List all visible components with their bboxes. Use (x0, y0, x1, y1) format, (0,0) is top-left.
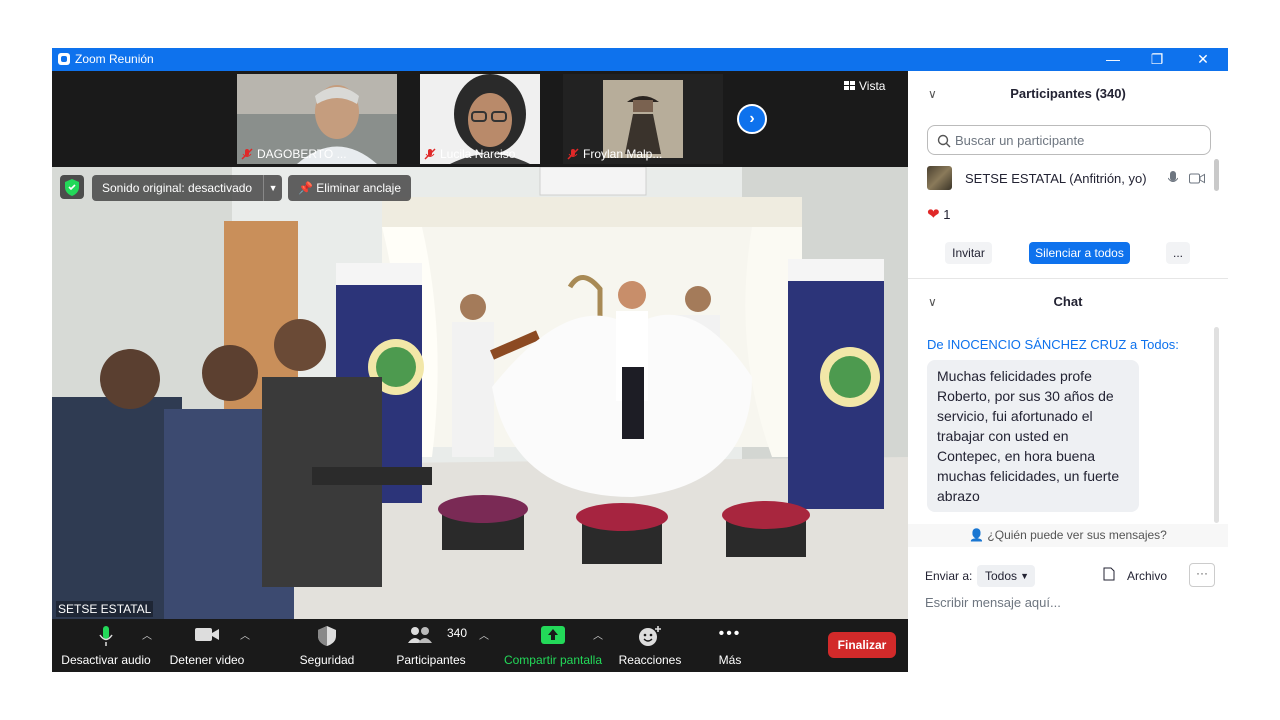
pin-icon: 📌 (298, 181, 313, 195)
view-label: Vista (859, 79, 886, 93)
video-camera-icon[interactable] (1189, 173, 1205, 185)
view-button[interactable]: Vista (844, 79, 885, 93)
video-camera-icon (194, 625, 220, 646)
unpin-label: Eliminar anclaje (316, 181, 401, 195)
unpin-button[interactable]: 📌 Eliminar anclaje (288, 175, 411, 201)
participants-label: Participantes (396, 653, 466, 667)
participant-name: Lucila Narciso (440, 147, 516, 161)
share-screen-icon (541, 625, 565, 648)
person-visibility-icon: 👤 (969, 528, 985, 542)
zoom-logo-icon (58, 53, 70, 65)
encryption-shield-icon[interactable] (60, 175, 84, 199)
participant-thumbnail[interactable]: Lucila Narciso (420, 74, 540, 164)
audio-options-caret-icon[interactable]: ︿ (142, 627, 152, 642)
security-shield-icon (317, 625, 337, 650)
file-button[interactable]: Archivo (1127, 569, 1167, 583)
chevron-down-icon[interactable]: ▼ (263, 175, 282, 201)
reactions-label: Reacciones (618, 653, 682, 667)
send-to-dropdown[interactable]: Todos ▼ (977, 565, 1035, 587)
reaction-summary: ❤ 1 (927, 205, 950, 223)
participant-name: DAGOBERTO ... (257, 147, 347, 161)
microphone-icon[interactable] (1168, 171, 1178, 187)
main-video: Sonido original: desactivado ▼ 📌 Elimina… (52, 167, 908, 619)
chat-scrollbar[interactable] (1214, 327, 1219, 523)
original-sound-label: Sonido original: desactivado (102, 181, 253, 195)
participant-thumbnail[interactable]: Froylan Malp... (563, 74, 723, 164)
chat-message: Muchas felicidades profe Roberto, por su… (927, 360, 1139, 512)
chat-more-dots-icon[interactable]: ··· (1189, 563, 1215, 587)
participant-thumbnail[interactable]: DAGOBERTO ... (237, 74, 397, 164)
send-to-row: Enviar a: Todos ▼ Archivo ··· (925, 563, 1225, 589)
send-to-value: Todos (985, 569, 1018, 583)
search-placeholder: Buscar un participante (955, 133, 1085, 148)
share-screen-label: Compartir pantalla (503, 653, 603, 667)
gallery-strip: DAGOBERTO ... Lucila Narciso Froylan Mal… (52, 71, 908, 167)
mic-muted-icon (424, 148, 436, 160)
participants-more-button[interactable]: ... (1166, 242, 1190, 264)
reaction-count: 1 (943, 207, 951, 222)
chevron-down-icon: ▼ (1020, 571, 1029, 581)
share-options-caret-icon[interactable]: ︿ (593, 627, 603, 642)
original-sound-toggle[interactable]: Sonido original: desactivado ▼ (92, 175, 283, 201)
title-bar: Zoom Reunión — ❐ ✕ (52, 48, 1228, 71)
participant-search-input[interactable]: Buscar un participante (927, 125, 1211, 155)
meeting-area: DAGOBERTO ... Lucila Narciso Froylan Mal… (52, 71, 908, 672)
divider (908, 278, 1228, 279)
security-label: Seguridad (299, 653, 355, 667)
chat-from-prefix: De (927, 337, 944, 352)
participants-scrollbar[interactable] (1214, 159, 1219, 191)
chevron-right-icon: › (749, 110, 755, 127)
side-panel: ∨ Participantes (340) Buscar un particip… (908, 71, 1228, 672)
mic-muted-icon (567, 148, 579, 160)
more-label: Más (718, 653, 742, 667)
close-button[interactable]: ✕ (1180, 48, 1226, 71)
participant-name: SETSE ESTATAL (Anfitrión, yo) (965, 171, 1147, 186)
send-to-label: Enviar a: (925, 569, 973, 583)
window-title: Zoom Reunión (75, 52, 154, 66)
active-speaker-name: SETSE ESTATAL (56, 601, 154, 617)
microphone-icon (98, 625, 114, 650)
video-options-caret-icon[interactable]: ︿ (240, 627, 250, 642)
chat-message-input[interactable]: Escribir mensaje aquí... (925, 595, 1061, 610)
participant-row[interactable]: SETSE ESTATAL (Anfitrión, yo) (927, 166, 1217, 192)
next-page-button[interactable]: › (737, 104, 767, 134)
mute-all-button[interactable]: Silenciar a todos (1029, 242, 1130, 264)
participants-panel-title: Participantes (340) (1010, 86, 1126, 101)
invite-button[interactable]: Invitar (945, 242, 992, 264)
minimize-button[interactable]: — (1090, 48, 1136, 71)
who-can-see-messages[interactable]: 👤 ¿Quién puede ver sus mensajes? (908, 524, 1228, 547)
meeting-toolbar: Desactivar audio ︿ Detener video ︿ Segur… (52, 619, 908, 672)
participant-name: Froylan Malp... (583, 147, 663, 161)
mic-muted-icon (241, 148, 253, 160)
chat-recipient: a Todos: (1130, 337, 1179, 352)
zoom-window: Zoom Reunión — ❐ ✕ DAGOBERTO ... Lucila … (52, 48, 1228, 672)
emoji-plus-icon (638, 625, 662, 650)
who-can-see-label: ¿Quién puede ver sus mensajes? (987, 528, 1167, 542)
restore-button[interactable]: ❐ (1134, 48, 1180, 71)
participants-options-caret-icon[interactable]: ︿ (479, 627, 489, 642)
grid-view-icon (844, 81, 855, 90)
file-icon[interactable] (1103, 567, 1115, 584)
heart-icon: ❤ (927, 206, 940, 223)
chat-sender-line: De INOCENCIO SÁNCHEZ CRUZ a Todos: (927, 337, 1179, 352)
event-video-scene (52, 167, 908, 619)
chat-panel-title: Chat (1053, 294, 1083, 309)
search-icon (937, 134, 951, 148)
chat-sender-name[interactable]: INOCENCIO SÁNCHEZ CRUZ (947, 337, 1126, 352)
participants-icon (407, 625, 433, 648)
mute-audio-label: Desactivar audio (61, 653, 151, 667)
stop-video-label: Detener video (169, 653, 245, 667)
end-meeting-button[interactable]: Finalizar (828, 632, 896, 658)
participants-count: 340 (447, 626, 468, 640)
more-dots-icon: ••• (718, 625, 742, 642)
avatar (927, 166, 952, 190)
